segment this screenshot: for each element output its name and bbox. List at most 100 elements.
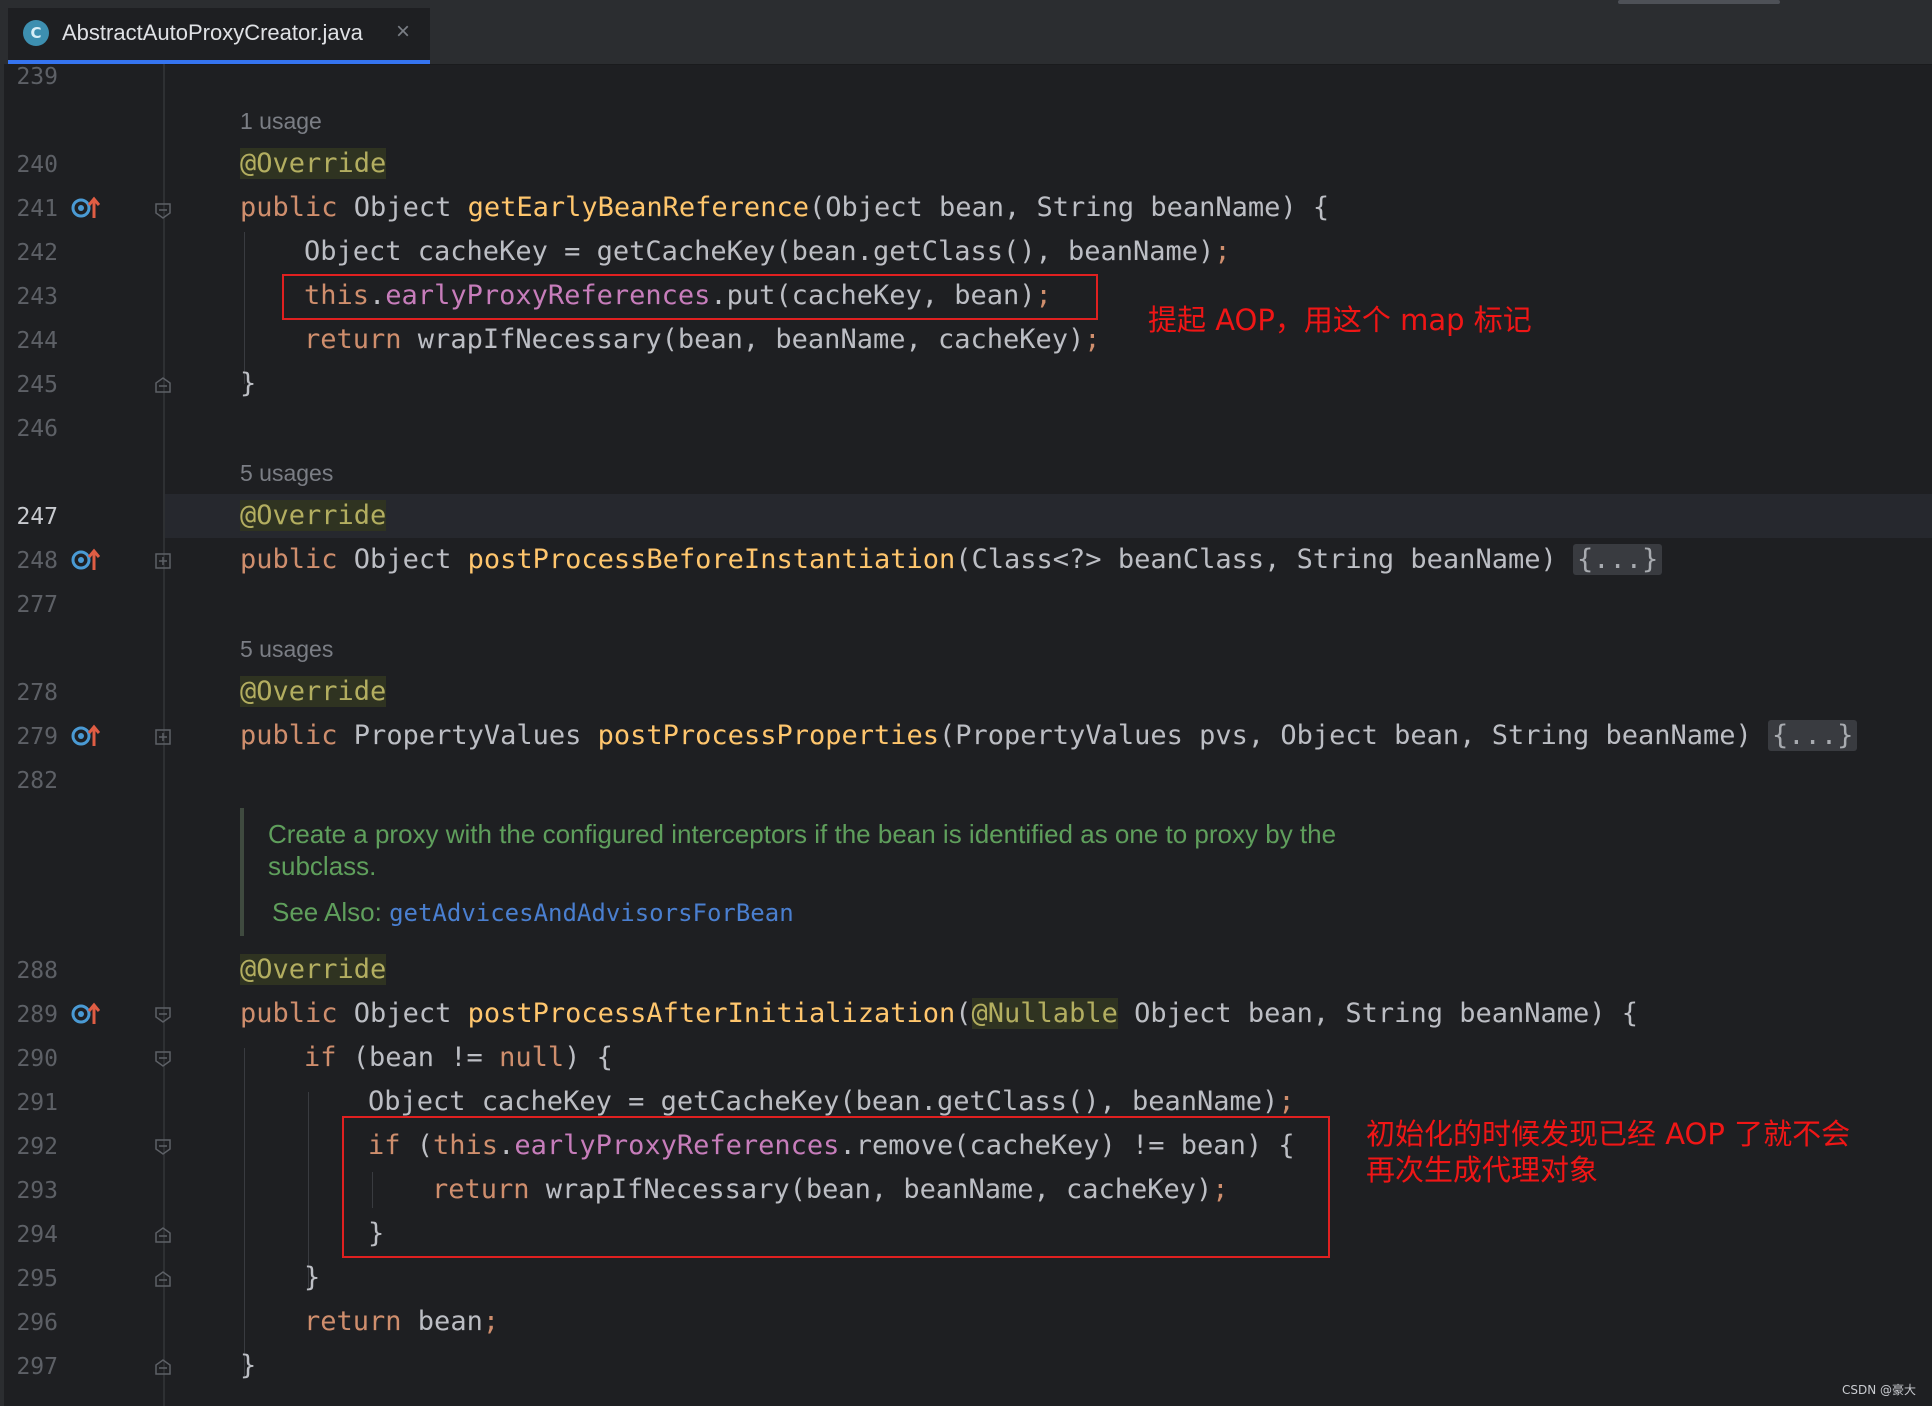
line-number[interactable]: 248 — [0, 546, 58, 576]
see-also-link[interactable]: getAdvicesAndAdvisorsForBean — [389, 899, 794, 927]
code-line-278[interactable]: @Override — [240, 674, 387, 710]
code-line-279[interactable]: public PropertyValues postProcessPropert… — [240, 718, 1858, 754]
usages-hint[interactable]: 5 usages — [240, 635, 333, 663]
code-line-291[interactable]: Object cacheKey = getCacheKey(bean.getCl… — [368, 1084, 1295, 1120]
tab-title: AbstractAutoProxyCreator.java — [62, 20, 363, 45]
fold-icon[interactable] — [154, 1270, 172, 1288]
horizontal-scrollbar[interactable] — [1618, 0, 1780, 4]
code-text: PropertyValues — [337, 720, 598, 751]
annotation-note: 初始化的时候发现已经 AOP 了就不会 — [1366, 1117, 1851, 1151]
method-name: getEarlyBeanReference — [467, 192, 809, 223]
keyword-token: public — [240, 544, 338, 575]
line-number[interactable]: 279 — [0, 722, 58, 752]
fold-icon[interactable] — [154, 376, 172, 394]
keyword-token: if — [304, 1042, 337, 1073]
line-number[interactable]: 245 — [0, 370, 58, 400]
line-number[interactable]: 244 — [0, 326, 58, 356]
line-number[interactable]: 282 — [0, 766, 58, 796]
override-up-icon[interactable] — [70, 546, 100, 576]
code-editor[interactable]: C AbstractAutoProxyCreator.java × 239 24… — [0, 0, 1932, 1406]
keyword-token: public — [240, 192, 338, 223]
annotation-token: @Override — [240, 676, 387, 707]
fold-icon[interactable] — [154, 1358, 172, 1376]
annotation-note: 再次生成代理对象 — [1366, 1153, 1599, 1187]
code-text: wrapIfNecessary(bean, beanName, cacheKey… — [401, 324, 1085, 355]
fold-icon[interactable] — [154, 202, 172, 220]
javadoc-bar — [240, 808, 244, 936]
usages-hint[interactable]: 1 usage — [240, 107, 322, 135]
keyword-token: return — [304, 324, 402, 355]
line-number[interactable]: 240 — [0, 150, 58, 180]
override-up-icon[interactable] — [70, 1000, 100, 1030]
line-number[interactable]: 297 — [0, 1352, 58, 1382]
line-number[interactable]: 247 — [0, 502, 58, 532]
line-number[interactable]: 295 — [0, 1264, 58, 1294]
line-number[interactable]: 288 — [0, 956, 58, 986]
line-number[interactable]: 289 — [0, 1000, 58, 1030]
usages-hint[interactable]: 5 usages — [240, 459, 333, 487]
line-number[interactable]: 292 — [0, 1132, 58, 1162]
fold-icon[interactable] — [154, 1050, 172, 1068]
tab-bar: C AbstractAutoProxyCreator.java × — [0, 0, 1932, 65]
line-number[interactable]: 291 — [0, 1088, 58, 1118]
line-number[interactable]: 246 — [0, 414, 58, 444]
annotation-token: @Override — [240, 500, 387, 531]
code-text: } — [240, 368, 257, 399]
override-up-icon[interactable] — [70, 194, 100, 224]
line-number[interactable]: 294 — [0, 1220, 58, 1250]
javadoc-text: Create a proxy with the configured inter… — [268, 819, 1337, 849]
current-line-highlight — [165, 494, 1932, 538]
highlight-box-put — [282, 274, 1098, 320]
annotation-token: @Override — [240, 148, 387, 179]
annotation-token: @Override — [240, 954, 387, 985]
code-line-290[interactable]: if (bean != null) { — [304, 1040, 613, 1076]
line-number[interactable]: 277 — [0, 590, 58, 620]
code-line-242[interactable]: Object cacheKey = getCacheKey(bean.getCl… — [304, 234, 1231, 270]
expand-icon[interactable] — [154, 552, 172, 570]
code-line-288[interactable]: @Override — [240, 952, 387, 988]
folded-region[interactable]: {...} — [1768, 720, 1858, 751]
keyword-token: public — [240, 998, 338, 1029]
line-number[interactable]: 241 — [0, 194, 58, 224]
folded-region[interactable]: {...} — [1572, 544, 1663, 575]
expand-icon[interactable] — [154, 728, 172, 746]
watermark: CSDN @豪大 — [1841, 1383, 1916, 1397]
code-text: ( — [955, 998, 972, 1029]
override-up-icon[interactable] — [70, 722, 100, 752]
code-line-248[interactable]: public Object postProcessBeforeInstantia… — [240, 542, 1663, 578]
annotation-token: @Nullable — [971, 998, 1118, 1029]
method-name: postProcessProperties — [597, 720, 940, 751]
code-line-244[interactable]: return wrapIfNecessary(bean, beanName, c… — [304, 322, 1101, 358]
line-number[interactable]: 242 — [0, 238, 58, 268]
code-text: (PropertyValues pvs, Object bean, String… — [939, 720, 1769, 751]
line-number[interactable]: 278 — [0, 678, 58, 708]
line-number[interactable]: 243 — [0, 282, 58, 312]
line-number[interactable]: 290 — [0, 1044, 58, 1074]
code-line-245[interactable]: } — [240, 366, 256, 402]
fold-icon[interactable] — [154, 1006, 172, 1024]
code-text: Object cacheKey = getCacheKey(bean.getCl… — [304, 236, 1215, 267]
close-icon[interactable]: × — [396, 18, 410, 46]
fold-icon[interactable] — [154, 1138, 172, 1156]
annotation-note: 提起 AOP，用这个 map 标记 — [1148, 303, 1532, 337]
code-line-295[interactable]: } — [304, 1260, 320, 1296]
javadoc-text: subclass. — [268, 851, 377, 881]
keyword-token: public — [240, 720, 338, 751]
code-line-297[interactable]: } — [240, 1348, 256, 1384]
tab-abstractautoproxycreator[interactable]: C AbstractAutoProxyCreator.java × — [8, 8, 430, 64]
code-text: bean — [401, 1306, 483, 1337]
fold-icon[interactable] — [154, 1226, 172, 1244]
code-line-241[interactable]: public Object getEarlyBeanReference(Obje… — [240, 190, 1329, 226]
keyword-token: return — [304, 1306, 402, 1337]
code-text: (bean != — [336, 1042, 500, 1073]
code-line-247[interactable]: @Override — [240, 498, 387, 534]
line-number[interactable]: 239 — [0, 62, 58, 92]
see-also-label: See Also: — [272, 897, 390, 927]
keyword-token: null — [499, 1042, 565, 1073]
code-line-240[interactable]: @Override — [240, 146, 387, 182]
java-class-icon: C — [23, 20, 49, 46]
line-number[interactable]: 293 — [0, 1176, 58, 1206]
code-line-289[interactable]: public Object postProcessAfterInitializa… — [240, 996, 1638, 1032]
line-number[interactable]: 296 — [0, 1308, 58, 1338]
code-line-296[interactable]: return bean; — [304, 1304, 499, 1340]
